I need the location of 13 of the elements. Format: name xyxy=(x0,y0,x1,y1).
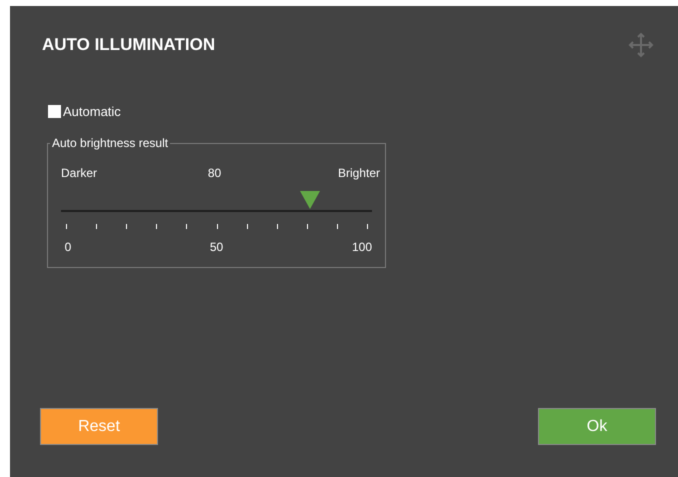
scale-label: 0 xyxy=(64,238,72,256)
window-title: AUTO ILLUMINATION xyxy=(42,34,216,56)
move-icon[interactable] xyxy=(628,32,654,58)
darker-label: Darker xyxy=(61,164,98,182)
value-label: 80 xyxy=(208,164,222,182)
automatic-label: Automatic xyxy=(63,103,121,121)
ok-button[interactable]: Ok xyxy=(538,408,656,445)
scale-label: 100 xyxy=(352,238,372,256)
brighter-label: Brighter xyxy=(338,164,380,182)
slider-thumb[interactable] xyxy=(300,190,320,208)
automatic-checkbox[interactable] xyxy=(48,105,61,118)
reset-button[interactable]: Reset xyxy=(40,408,158,445)
scale-label: 50 xyxy=(210,238,224,256)
